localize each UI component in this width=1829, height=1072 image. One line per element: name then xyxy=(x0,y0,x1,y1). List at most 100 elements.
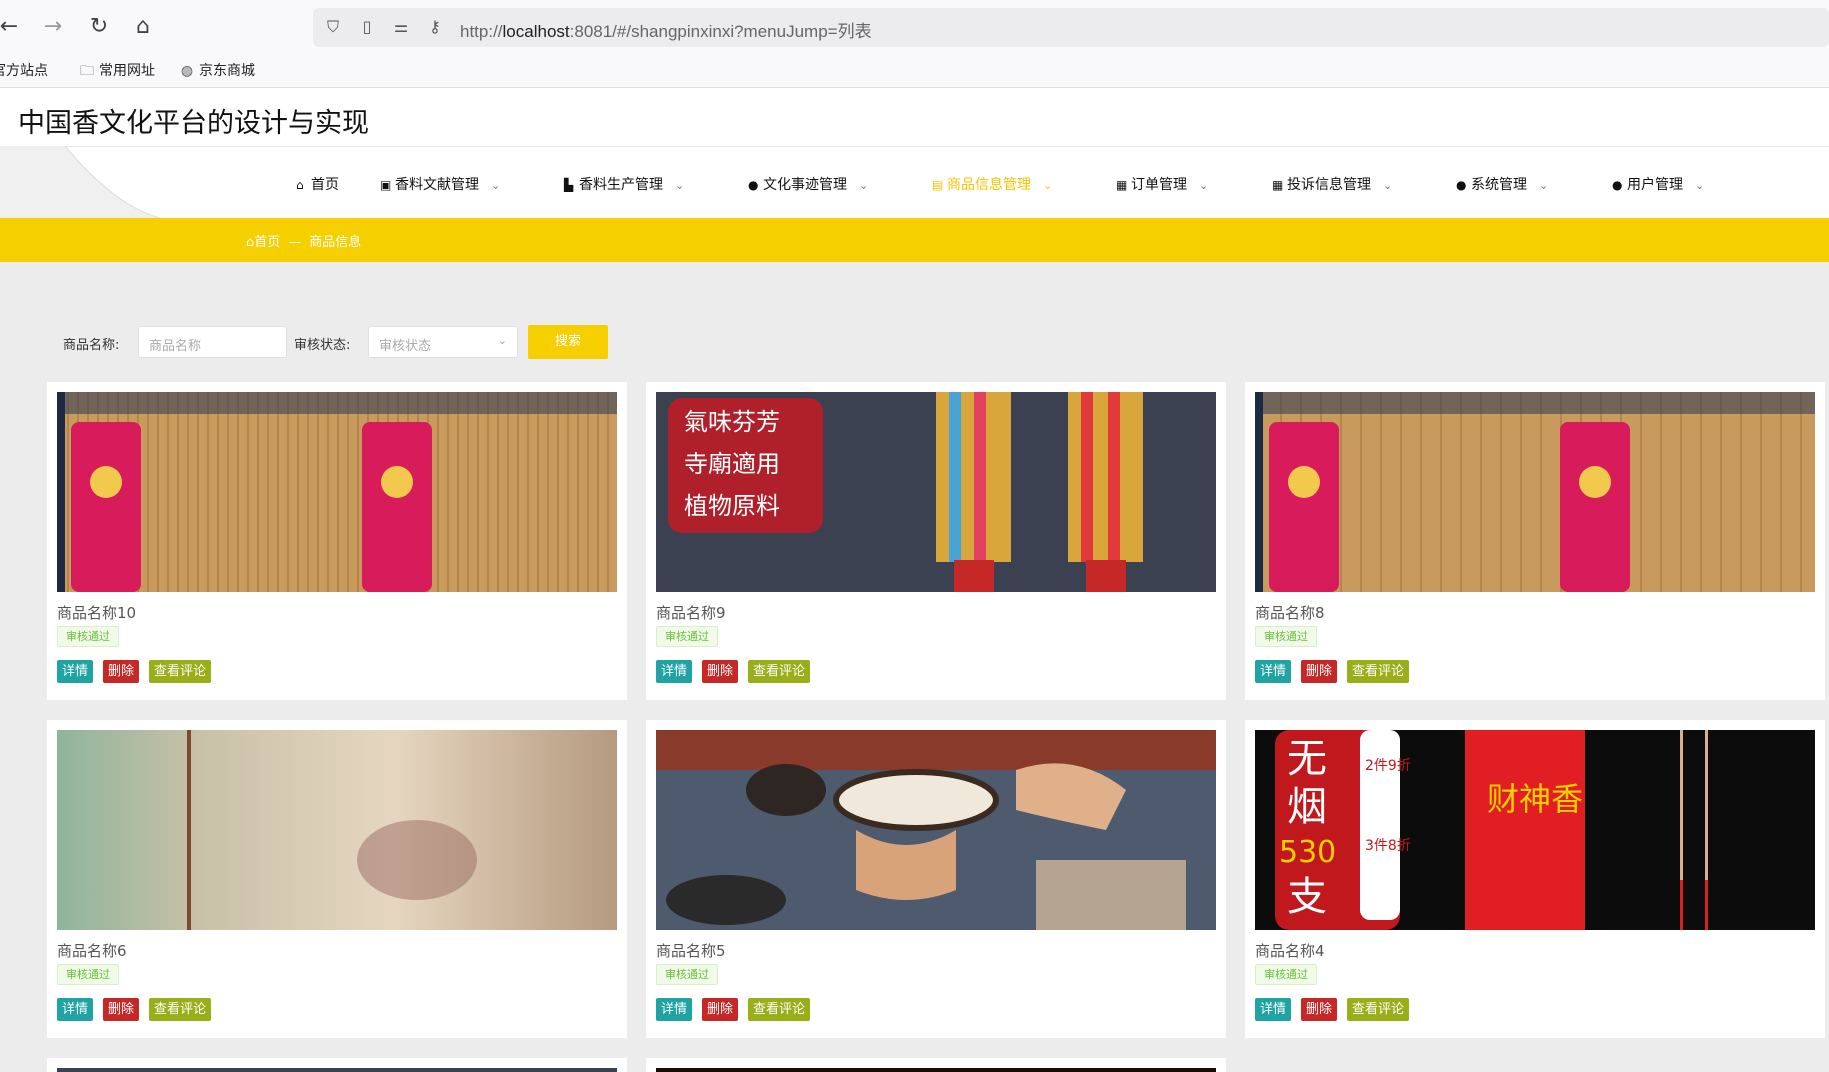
status-select[interactable]: 审核状态 ⌄ xyxy=(368,326,518,358)
bookmark-official-site[interactable]: 官方站点 xyxy=(0,61,48,81)
order-icon: ▦ xyxy=(1116,178,1128,192)
detail-button[interactable]: 详情 xyxy=(1255,660,1292,683)
delete-button[interactable]: 删除 xyxy=(103,660,140,683)
product-name: 商品名称9 xyxy=(656,604,726,622)
chevron-down-icon: ⌄ xyxy=(491,179,501,192)
user-icon: ● xyxy=(1612,178,1623,192)
chevron-down-icon: ⌄ xyxy=(1199,179,1209,192)
delete-button[interactable]: 删除 xyxy=(702,998,739,1021)
key-icon[interactable]: ⚷ xyxy=(425,17,445,37)
view-comments-button[interactable]: 查看评论 xyxy=(149,660,212,683)
menu-item-complaints[interactable]: ▦ 投诉信息管理 ⌄ xyxy=(1272,174,1392,194)
breadcrumb-current: 商品信息 xyxy=(309,235,362,250)
product-card[interactable]: 无 烟 530 支 2件9折 3件8折 财神香 商品名称4 审核通过 详情 删除… xyxy=(1245,720,1825,1038)
url-text[interactable]: http://localhost:8081/#/shangpinxinxi?me… xyxy=(460,17,872,42)
product-card[interactable]: 氣味芬芳 寺廟適用 植物原料 商品名称9 审核通过 详情 删除 查看评论 xyxy=(646,382,1226,700)
product-name-input[interactable]: 商品名称 xyxy=(138,326,287,358)
reload-icon[interactable]: ↻ xyxy=(86,14,112,40)
product-image[interactable] xyxy=(656,730,1216,930)
image-text-stick: 支 xyxy=(1287,874,1327,920)
view-comments-button[interactable]: 查看评论 xyxy=(748,660,811,683)
delete-button[interactable]: 删除 xyxy=(1301,998,1338,1021)
search-form: 商品名称: 商品名称 审核状态: 审核状态 ⌄ 搜索 xyxy=(0,324,1829,360)
status-label: 审核状态: xyxy=(294,338,351,353)
forward-icon[interactable]: → xyxy=(40,14,66,40)
status-badge: 审核通过 xyxy=(57,964,119,985)
delete-button[interactable]: 删除 xyxy=(1301,660,1338,683)
page-icon[interactable]: ▯ xyxy=(357,17,377,37)
view-comments-button[interactable]: 查看评论 xyxy=(1347,998,1410,1021)
image-text-line-1: 氣味芬芳 xyxy=(684,408,780,436)
view-comments-button[interactable]: 查看评论 xyxy=(149,998,212,1021)
chevron-down-icon: ⌄ xyxy=(675,179,685,192)
breadcrumb-home[interactable]: 首页 xyxy=(254,235,280,250)
product-card[interactable] xyxy=(47,1058,627,1072)
detail-button[interactable]: 详情 xyxy=(57,660,94,683)
view-comments-button[interactable]: 查看评论 xyxy=(748,998,811,1021)
shield-icon[interactable]: ⛉ xyxy=(323,17,343,37)
menu-item-culture-history[interactable]: ● 文化事迹管理 ⌄ xyxy=(748,174,868,194)
permissions-icon[interactable]: ⚌ xyxy=(391,17,411,37)
product-image[interactable] xyxy=(57,392,617,592)
chevron-down-icon: ⌄ xyxy=(1695,179,1705,192)
menu-item-orders[interactable]: ▦ 订单管理 ⌄ xyxy=(1116,174,1208,194)
header-divider xyxy=(0,146,1829,147)
menu-item-spice-production[interactable]: ▙ 香料生产管理 ⌄ xyxy=(564,174,684,194)
product-image[interactable] xyxy=(57,1068,617,1072)
menu-item-users[interactable]: ● 用户管理 ⌄ xyxy=(1612,174,1704,194)
detail-button[interactable]: 详情 xyxy=(1255,998,1292,1021)
menu-item-spice-literature[interactable]: ▣ 香料文献管理 ⌄ xyxy=(380,174,500,194)
grid-icon: ▦ xyxy=(1272,178,1284,192)
status-badge: 审核通过 xyxy=(1255,964,1317,985)
product-image[interactable] xyxy=(57,730,617,930)
goods-icon: ▙ xyxy=(564,178,574,192)
url-path: :8081/#/shangpinxinxi?menuJump=列表 xyxy=(569,22,872,41)
product-image[interactable] xyxy=(656,1068,1216,1072)
status-badge: 审核通过 xyxy=(57,626,119,647)
delete-button[interactable]: 删除 xyxy=(702,660,739,683)
back-icon[interactable]: ← xyxy=(0,14,22,40)
folder-icon: 🗀 xyxy=(80,63,94,79)
menu-item-system[interactable]: ● 系统管理 ⌄ xyxy=(1456,174,1548,194)
image-text-promo-1: 2件9折 xyxy=(1365,758,1411,774)
status-select-placeholder: 审核状态 xyxy=(379,339,432,354)
product-image[interactable] xyxy=(1255,392,1815,592)
home-icon: ⌂ xyxy=(296,178,304,192)
menu-item-home[interactable]: ⌂ 首页 xyxy=(296,174,339,194)
address-bar[interactable]: ⛉ ▯ ⚌ ⚷ http://localhost:8081/#/shangpin… xyxy=(313,8,1829,47)
product-card[interactable] xyxy=(646,1058,1226,1072)
chevron-down-icon: ⌄ xyxy=(497,334,507,347)
product-image[interactable]: 氣味芬芳 寺廟適用 植物原料 xyxy=(656,392,1216,592)
view-comments-button[interactable]: 查看评论 xyxy=(1347,660,1410,683)
menu-item-product-info[interactable]: ▤ 商品信息管理 ⌄ xyxy=(932,174,1052,194)
status-badge: 审核通过 xyxy=(1255,626,1317,647)
bookmark-jd[interactable]: ◍ 京东商城 xyxy=(178,61,255,81)
delete-button[interactable]: 删除 xyxy=(103,998,140,1021)
site-header: 中国香文化平台的设计与实现 ⌂ 首页 ▣ 香料文献管理 ⌄ ▙ 香料生产管理 ⌄ ● 文化事… xyxy=(0,88,1829,218)
image-text-count: 530 xyxy=(1279,835,1336,870)
product-card[interactable]: 商品名称6 审核通过 详情 删除 查看评论 xyxy=(47,720,627,1038)
more-icon: ● xyxy=(1456,178,1467,192)
breadcrumb: ⌂首页 — 商品信息 xyxy=(246,231,361,250)
image-text-line-2: 寺廟適用 xyxy=(684,450,780,478)
image-text-wealth: 财神香 xyxy=(1487,780,1583,818)
product-image[interactable]: 无 烟 530 支 2件9折 3件8折 财神香 xyxy=(1255,730,1815,930)
product-card[interactable]: 商品名称5 审核通过 详情 删除 查看评论 xyxy=(646,720,1226,1038)
breadcrumb-separator: — xyxy=(288,235,302,250)
gift-icon: ▣ xyxy=(380,178,392,192)
image-text-promo-2: 3件8折 xyxy=(1365,838,1411,854)
main-menu: ⌂ 首页 ▣ 香料文献管理 ⌄ ▙ 香料生产管理 ⌄ ● 文化事迹管理 ⌄ ▤ 商品信息管理 ⌄ … xyxy=(0,168,1829,200)
detail-button[interactable]: 详情 xyxy=(57,998,94,1021)
status-badge: 审核通过 xyxy=(656,626,718,647)
home-icon[interactable]: ⌂ xyxy=(130,14,156,40)
bookmark-common-sites[interactable]: 🗀 常用网址 xyxy=(78,61,155,81)
chevron-down-icon: ⌄ xyxy=(1043,179,1053,192)
product-name: 商品名称10 xyxy=(57,604,137,622)
detail-button[interactable]: 详情 xyxy=(656,660,693,683)
product-name: 商品名称6 xyxy=(57,942,127,960)
product-card[interactable]: 商品名称10 审核通过 详情 删除 查看评论 xyxy=(47,382,627,700)
search-button[interactable]: 搜索 xyxy=(528,325,608,359)
product-card[interactable]: 商品名称8 审核通过 详情 删除 查看评论 xyxy=(1245,382,1825,700)
image-text-no: 无 xyxy=(1287,736,1327,782)
detail-button[interactable]: 详情 xyxy=(656,998,693,1021)
